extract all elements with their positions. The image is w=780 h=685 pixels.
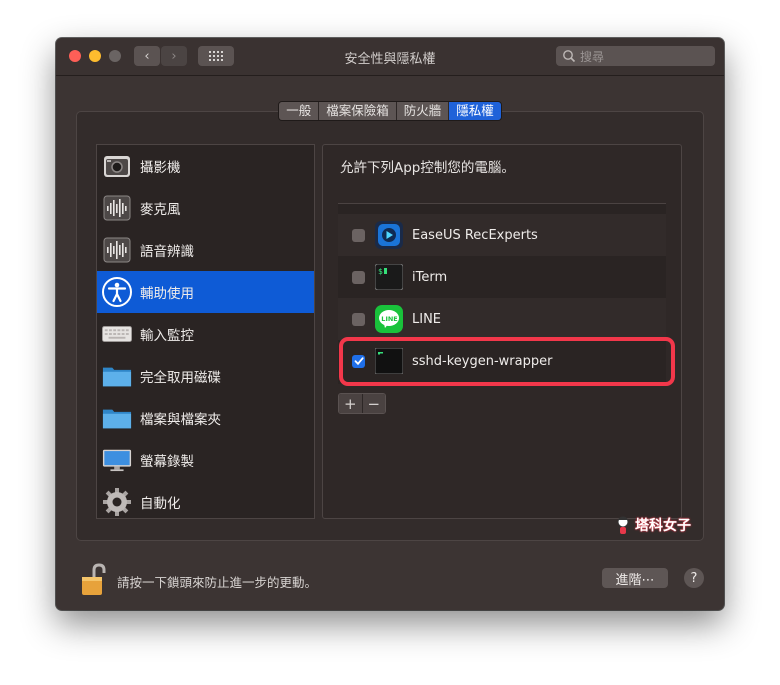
folder-icon [102, 361, 132, 391]
line-icon: LINE [375, 305, 403, 333]
sidebar-item-camera[interactable]: 攝影機 [97, 145, 314, 187]
svg-text:LINE: LINE [381, 315, 397, 323]
sidebar-item-label: 麥克風 [140, 202, 181, 218]
list-item-easeus[interactable]: EaseUS RecExperts [338, 214, 666, 256]
title-bar: ‹ › 安全性與隱私權 搜尋 [56, 38, 724, 76]
sidebar-item-label: 完全取用磁碟 [140, 370, 221, 386]
app-name: iTerm [412, 269, 448, 285]
sidebar-item-label: 攝影機 [140, 160, 181, 176]
terminal-icon [375, 347, 403, 375]
mascot-logo-icon [617, 516, 629, 534]
app-checkbox-checked[interactable] [352, 354, 365, 368]
list-item-sshd-keygen-wrapper[interactable]: sshd-keygen-wrapper [338, 340, 666, 382]
svg-text:$: $ [378, 267, 383, 276]
sidebar-item-label: 檔案與檔案夾 [140, 412, 221, 428]
sidebar-item-input-monitoring[interactable]: 輸入監控 [97, 313, 314, 355]
search-placeholder: 搜尋 [580, 49, 605, 64]
search-field[interactable]: 搜尋 [556, 46, 715, 66]
app-checkbox[interactable] [352, 228, 365, 242]
microphone-icon [102, 193, 132, 223]
sidebar-item-label: 螢幕錄製 [140, 454, 194, 470]
add-remove-bar: + − [338, 393, 386, 414]
sidebar-item-label: 語音辨識 [140, 244, 194, 260]
tab-filevault[interactable]: 檔案保險箱 [319, 102, 397, 120]
terminal-icon: $ [375, 263, 403, 291]
sidebar-item-automation[interactable]: 自動化 [97, 481, 314, 523]
watermark-text: 塔科女子 [635, 518, 691, 534]
folder-icon [102, 403, 132, 433]
app-list[interactable]: EaseUS RecExperts $ iTerm LINE LINE sshd… [338, 203, 666, 384]
app-icon-partial [375, 204, 403, 205]
checkmark-icon [354, 357, 364, 366]
list-item-iterm[interactable]: $ iTerm [338, 256, 666, 298]
advanced-button[interactable]: 進階⋯ [602, 568, 668, 588]
app-name: LINE [412, 311, 442, 327]
easeus-icon [375, 221, 403, 249]
list-item-line[interactable]: LINE LINE [338, 298, 666, 340]
search-icon [563, 50, 576, 63]
lock-message: 請按一下鎖頭來防止進一步的更動。 [117, 575, 318, 590]
speech-recognition-icon [102, 235, 132, 265]
camera-icon [102, 151, 132, 181]
tab-bar: 一般 檔案保險箱 防火牆 隱私權 [56, 101, 724, 121]
tab-privacy[interactable]: 隱私權 [449, 102, 501, 120]
add-app-button[interactable]: + [339, 394, 363, 413]
list-item-partial [338, 204, 666, 206]
privacy-category-list: 攝影機 麥克風 語音辨識 輔助使用 輸入監控 完全取用磁碟 檔案與檔案夾 螢幕錄… [96, 144, 315, 519]
tab-firewall[interactable]: 防火牆 [396, 102, 450, 120]
watermark: 塔科女子 [614, 515, 691, 535]
sidebar-item-speech-recognition[interactable]: 語音辨識 [97, 229, 314, 271]
footer: 請按一下鎖頭來防止進一步的更動。 進階⋯ ? [56, 550, 724, 610]
gear-icon [102, 487, 132, 517]
lock-icon[interactable] [80, 563, 108, 597]
help-button[interactable]: ? [684, 568, 704, 588]
tab-general[interactable]: 一般 [279, 102, 320, 120]
remove-app-button[interactable]: − [362, 394, 385, 413]
sidebar-item-files-and-folders[interactable]: 檔案與檔案夾 [97, 397, 314, 439]
sidebar-item-accessibility[interactable]: 輔助使用 [97, 271, 314, 313]
sidebar-item-label: 輔助使用 [140, 286, 194, 302]
app-name: sshd-keygen-wrapper [412, 353, 553, 369]
app-name: EaseUS RecExperts [412, 227, 538, 243]
app-checkbox[interactable] [352, 270, 365, 284]
display-icon [102, 445, 132, 475]
sidebar-item-label: 自動化 [140, 496, 181, 512]
sidebar-item-microphone[interactable]: 麥克風 [97, 187, 314, 229]
app-permissions-pane: 允許下列App控制您的電腦。 EaseUS RecExperts $ iTerm… [322, 144, 682, 519]
keyboard-icon [102, 319, 132, 349]
app-checkbox[interactable] [352, 312, 365, 326]
sidebar-item-full-disk-access[interactable]: 完全取用磁碟 [97, 355, 314, 397]
sidebar-item-screen-recording[interactable]: 螢幕錄製 [97, 439, 314, 481]
accessibility-icon [102, 277, 132, 307]
sidebar-item-label: 輸入監控 [140, 328, 194, 344]
pane-heading: 允許下列App控制您的電腦。 [340, 160, 515, 176]
